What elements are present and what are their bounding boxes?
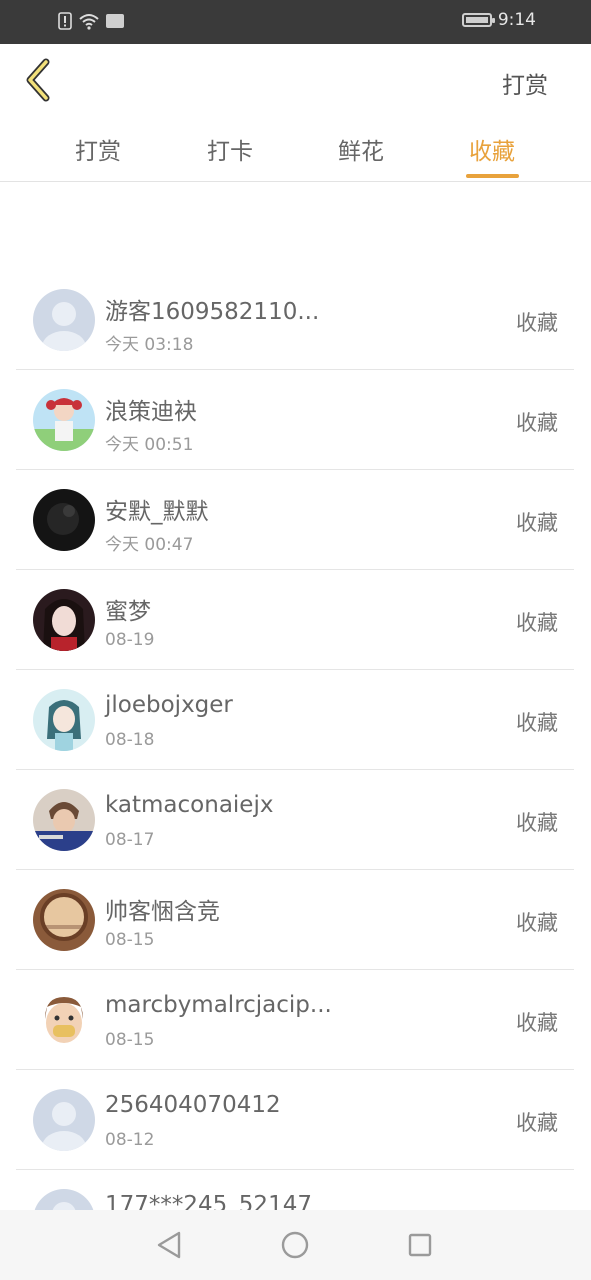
user-photo-icon — [33, 489, 95, 551]
tab-bar: 打赏 打卡 鲜花 收藏 — [0, 120, 591, 182]
tab-favorites[interactable]: 收藏 — [442, 132, 542, 166]
alert-icon — [58, 12, 72, 30]
avatar — [33, 489, 95, 551]
user-photo-icon — [33, 389, 95, 451]
user-photo-icon — [33, 689, 95, 751]
header: 打赏 — [0, 44, 591, 120]
list-item[interactable]: 帅客悃含竞 08-15 收藏 — [16, 870, 574, 970]
battery-icon — [461, 13, 495, 27]
favorites-list: 游客1609582110... 今天 03:18 收藏 浪策迪袂 今天 00:5… — [16, 270, 574, 1270]
nav-back-icon[interactable] — [155, 1230, 183, 1260]
avatar — [33, 1089, 95, 1151]
timestamp: 08-15 — [105, 1030, 155, 1050]
timestamp: 08-18 — [105, 730, 155, 750]
user-name: 浪策迪袂 — [105, 399, 197, 425]
chevron-left-icon — [26, 58, 50, 102]
action-label: 收藏 — [516, 1011, 558, 1035]
tab-reward[interactable]: 打赏 — [48, 132, 148, 166]
action-label: 收藏 — [516, 811, 558, 835]
list-item[interactable]: 游客1609582110... 今天 03:18 收藏 — [16, 270, 574, 370]
avatar — [33, 689, 95, 751]
avatar — [33, 789, 95, 851]
action-label: 收藏 — [516, 611, 558, 635]
status-icons-left — [58, 12, 124, 30]
user-name: 256404070412 — [105, 1092, 281, 1118]
user-photo-icon — [33, 589, 95, 651]
timestamp: 今天 00:51 — [105, 435, 194, 455]
tab-checkin[interactable]: 打卡 — [180, 132, 280, 166]
system-nav-bar — [0, 1210, 591, 1280]
list-item[interactable]: 256404070412 08-12 收藏 — [16, 1070, 574, 1170]
avatar — [33, 389, 95, 451]
user-name: 帅客悃含竞 — [105, 899, 220, 925]
user-name: 游客1609582110... — [105, 299, 320, 325]
status-bar: 9:14 — [0, 0, 591, 44]
action-label: 收藏 — [516, 911, 558, 935]
timestamp: 08-12 — [105, 1130, 155, 1150]
hms-icon — [106, 14, 124, 28]
avatar — [33, 989, 95, 1051]
nav-home-icon[interactable] — [281, 1231, 309, 1259]
timestamp: 08-17 — [105, 830, 155, 850]
wifi-icon — [79, 14, 99, 30]
avatar — [33, 289, 95, 351]
back-button[interactable] — [18, 56, 58, 104]
default-avatar-icon — [33, 289, 95, 351]
avatar — [33, 889, 95, 951]
list-item[interactable]: 安默_默默 今天 00:47 收藏 — [16, 470, 574, 570]
nav-recent-apps-icon[interactable] — [408, 1233, 432, 1257]
avatar — [33, 589, 95, 651]
timestamp: 今天 00:47 — [105, 535, 194, 555]
timestamp: 08-15 — [105, 930, 155, 950]
list-item[interactable]: 蜜梦 08-19 收藏 — [16, 570, 574, 670]
action-label: 收藏 — [516, 411, 558, 435]
tab-flowers[interactable]: 鲜花 — [311, 132, 411, 166]
timestamp: 08-19 — [105, 630, 155, 650]
default-avatar-icon — [33, 1089, 95, 1151]
timestamp: 今天 03:18 — [105, 335, 194, 355]
list-item[interactable]: marcbymalrcjacip... 08-15 收藏 — [16, 970, 574, 1070]
user-photo-icon — [33, 889, 95, 951]
user-name: jloebojxger — [105, 692, 233, 718]
action-label: 收藏 — [516, 511, 558, 535]
user-photo-icon — [33, 989, 95, 1051]
user-photo-icon — [33, 789, 95, 851]
user-name: katmaconaiejx — [105, 792, 274, 818]
user-name: 安默_默默 — [105, 499, 209, 525]
user-name: marcbymalrcjacip... — [105, 992, 332, 1018]
list-item[interactable]: katmaconaiejx 08-17 收藏 — [16, 770, 574, 870]
action-label: 收藏 — [516, 711, 558, 735]
action-label: 收藏 — [516, 1111, 558, 1135]
list-item[interactable]: jloebojxger 08-18 收藏 — [16, 670, 574, 770]
reward-button[interactable]: 打赏 — [502, 66, 548, 100]
action-label: 收藏 — [516, 311, 558, 335]
status-icons-right: 9:14 — [461, 10, 536, 30]
active-tab-indicator — [466, 174, 519, 178]
status-time: 9:14 — [497, 10, 536, 30]
user-name: 蜜梦 — [105, 599, 151, 625]
list-item[interactable]: 浪策迪袂 今天 00:51 收藏 — [16, 370, 574, 470]
